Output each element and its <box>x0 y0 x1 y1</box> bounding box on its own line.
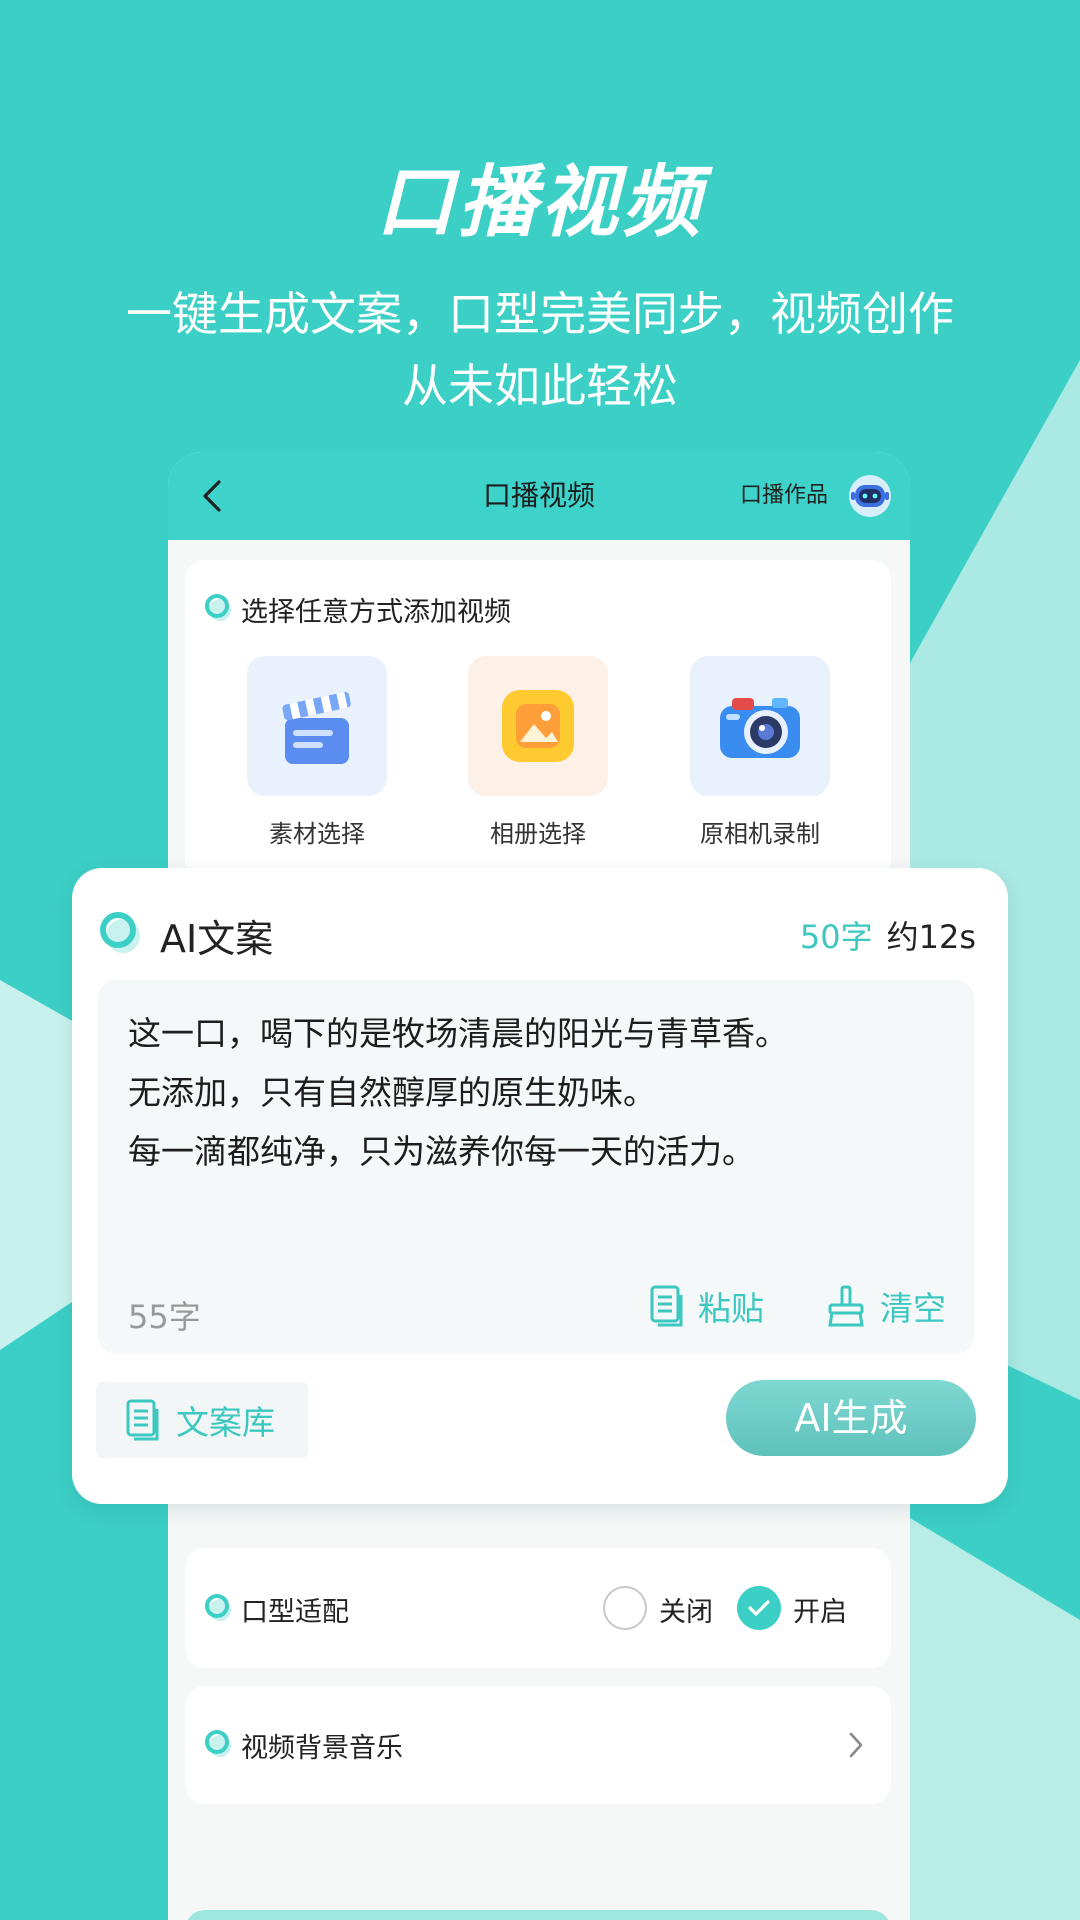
promo-title: 口播视频 <box>375 158 704 248</box>
section-dot-icon <box>205 594 231 621</box>
works-link[interactable]: 口播作品 <box>740 452 828 540</box>
section-dot-icon <box>205 1594 231 1621</box>
clear-label: 清空 <box>880 1289 946 1328</box>
photo-album-icon <box>502 690 574 762</box>
copy-line: 无添加，只有自然醇厚的原生奶味。 <box>128 1073 656 1112</box>
copy-library-label: 文案库 <box>176 1403 275 1442</box>
robot-avatar-icon[interactable] <box>848 474 892 518</box>
camera-tile <box>690 656 830 796</box>
option-material-label: 素材选择 <box>269 820 365 848</box>
option-camera-label: 原相机录制 <box>700 820 820 848</box>
ai-copy-stats: 50字 约12s <box>800 912 976 958</box>
promo-subtitle-line2: 从未如此轻松 <box>402 359 678 413</box>
add-video-options: 素材选择 相册选择 原相机录制 <box>185 656 891 866</box>
clapperboard-icon <box>282 691 351 764</box>
document-icon <box>126 1399 159 1441</box>
copy-line: 这一口，喝下的是牧场清晨的阳光与青草香。 <box>128 1014 788 1053</box>
option-material[interactable]: 素材选择 <box>247 656 387 849</box>
app-header: 口播视频 口播作品 <box>168 452 910 540</box>
copy-textarea[interactable]: 这一口，喝下的是牧场清晨的阳光与青草香。 无添加，只有自然醇厚的原生奶味。 每一… <box>98 980 974 1354</box>
lip-sync-off-radio[interactable] <box>603 1586 647 1630</box>
clipboard-icon <box>650 1285 683 1327</box>
clear-button[interactable]: 清空 <box>826 1276 946 1336</box>
add-video-card: 选择任意方式添加视频 素材选择 相册选择 原相机录制 <box>185 560 891 880</box>
section-dot-icon <box>100 912 140 953</box>
camera-icon <box>720 698 800 758</box>
lip-sync-on-radio[interactable] <box>737 1586 781 1630</box>
promo-subtitle-line1: 一键生成文案，口型完美同步，视频创作 <box>126 287 954 341</box>
ai-generate-button[interactable]: AI生成 <box>726 1380 976 1456</box>
checkmark-icon <box>748 1600 770 1616</box>
copy-text: 这一口，喝下的是牧场清晨的阳光与青草香。 无添加，只有自然醇厚的原生奶味。 每一… <box>128 1004 788 1181</box>
option-album-label: 相册选择 <box>490 820 586 848</box>
chevron-right-icon <box>849 1732 863 1758</box>
copy-library-button[interactable]: 文案库 <box>96 1382 308 1458</box>
promo-subtitle: 一键生成文案，口型完美同步，视频创作 从未如此轻松 <box>80 278 1000 422</box>
material-tile <box>247 656 387 796</box>
text-length: 55字 <box>128 1298 201 1336</box>
option-album[interactable]: 相册选择 <box>468 656 608 849</box>
bottom-action-bar[interactable] <box>185 1910 891 1920</box>
bg-music-label: 视频背景音乐 <box>241 1733 403 1764</box>
album-tile <box>468 656 608 796</box>
paste-label: 粘贴 <box>698 1289 764 1328</box>
broom-icon <box>828 1285 864 1327</box>
bg-music-row[interactable]: 视频背景音乐 <box>185 1686 891 1804</box>
duration: 约12s <box>886 918 976 956</box>
lip-sync-card: 口型适配 关闭 开启 <box>185 1548 891 1668</box>
ai-copy-title: AI文案 <box>160 917 274 961</box>
section-dot-icon <box>205 1730 231 1757</box>
lip-sync-label: 口型适配 <box>241 1597 349 1628</box>
paste-button[interactable]: 粘贴 <box>650 1276 764 1336</box>
option-camera[interactable]: 原相机录制 <box>690 656 830 849</box>
ai-copy-card: AI文案 50字 约12s 这一口，喝下的是牧场清晨的阳光与青草香。 无添加，只有… <box>72 868 1008 1504</box>
add-video-label: 选择任意方式添加视频 <box>241 597 511 628</box>
copy-line: 每一滴都纯净，只为滋养你每一天的活力。 <box>128 1132 755 1171</box>
word-count: 50字 <box>799 918 873 956</box>
lip-sync-on-label[interactable]: 开启 <box>793 1590 847 1629</box>
lip-sync-off-label[interactable]: 关闭 <box>659 1590 713 1629</box>
